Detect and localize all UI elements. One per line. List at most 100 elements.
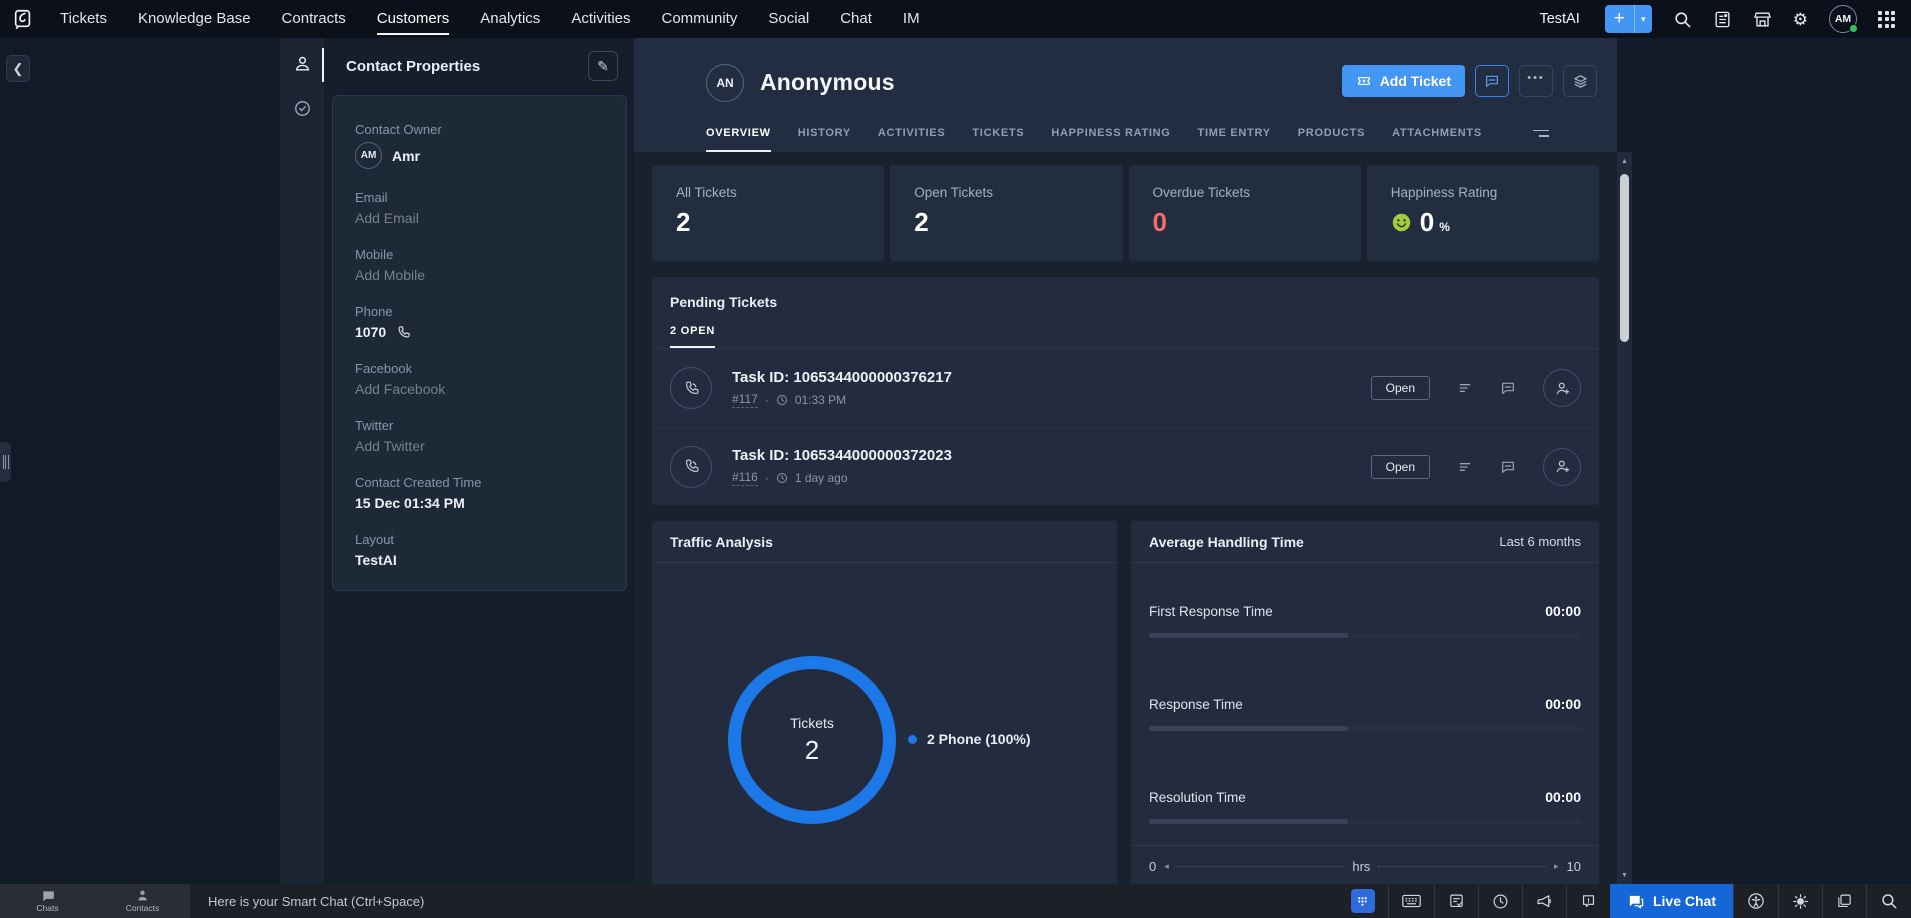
scroll-up-arrow[interactable]: ▲	[1617, 154, 1632, 168]
live-chat-button[interactable]: Live Chat	[1610, 884, 1733, 918]
im-dialpad-icon[interactable]	[1338, 884, 1388, 918]
accessibility-icon[interactable]	[1733, 884, 1778, 918]
meta-separator: ·	[765, 393, 769, 407]
quick-add-button[interactable]: + ▾	[1605, 5, 1652, 33]
stat-happiness-rating[interactable]: Happiness Rating 0 %	[1367, 165, 1599, 261]
ticket-row: Task ID: 1065344000000376217 #117 · 01:3…	[652, 349, 1599, 427]
feedback-icon[interactable]	[1566, 884, 1610, 918]
recent-history-icon[interactable]	[1478, 884, 1522, 918]
user-avatar[interactable]: AM	[1829, 5, 1857, 33]
tab-happiness-rating[interactable]: HAPPINESS RATING	[1051, 114, 1170, 152]
tab-attachments[interactable]: ATTACHMENTS	[1392, 114, 1482, 152]
brightness-icon[interactable]	[1778, 884, 1822, 918]
nav-item-tickets[interactable]: Tickets	[60, 0, 107, 38]
add-ticket-button[interactable]: Add Ticket	[1342, 65, 1465, 97]
ticket-comment-icon[interactable]	[1500, 380, 1516, 396]
edit-properties-button[interactable]: ✎	[588, 51, 618, 81]
ticket-number[interactable]: #116	[732, 470, 758, 486]
call-phone-icon[interactable]	[396, 325, 411, 340]
owner-avatar: AM	[355, 142, 382, 169]
tab-tickets[interactable]: TICKETS	[972, 114, 1024, 152]
tab-time-entry[interactable]: TIME ENTRY	[1198, 114, 1271, 152]
ticket-title[interactable]: Task ID: 1065344000000376217	[732, 369, 952, 386]
hours-axis: 0 ◂ hrs ▸ 10	[1149, 859, 1581, 874]
bottom-search-icon[interactable]	[1866, 884, 1911, 918]
status-badge: Open	[1371, 376, 1430, 400]
tab-activities[interactable]: ACTIVITIES	[878, 114, 946, 152]
ticket-title[interactable]: Task ID: 1065344000000372023	[732, 447, 952, 464]
gear-icon[interactable]: ⚙	[1793, 11, 1808, 28]
ticket-comment-icon[interactable]	[1500, 459, 1516, 475]
nav-item-customers[interactable]: Customers	[377, 0, 450, 38]
ticket-actions: Open	[1371, 369, 1581, 407]
app-logo-icon[interactable]	[0, 8, 46, 30]
comment-icon	[1484, 73, 1500, 89]
scrollbar-thumb[interactable]	[1620, 174, 1629, 342]
add-mobile-link[interactable]: Add Mobile	[355, 267, 604, 283]
keyboard-shortcuts-icon[interactable]	[1388, 884, 1434, 918]
vertical-scrollbar[interactable]: ▲ ▼	[1617, 152, 1632, 884]
traffic-analysis-header: Traffic Analysis	[652, 521, 1117, 563]
whats-new-icon[interactable]	[1713, 10, 1732, 29]
smart-chat-bar[interactable]: Here is your Smart Chat (Ctrl+Space)	[208, 884, 424, 918]
layout-switch-button[interactable]	[1563, 65, 1597, 97]
collections-icon[interactable]	[1822, 884, 1866, 918]
field-twitter: Twitter Add Twitter	[355, 418, 604, 454]
more-tabs-icon[interactable]	[1533, 130, 1577, 137]
field-label: Layout	[355, 532, 604, 547]
panel-drag-handle[interactable]	[0, 442, 11, 482]
panel-title: Contact Properties	[346, 58, 480, 75]
rail-contact-icon[interactable]	[280, 54, 324, 73]
assign-agent-button[interactable]	[1543, 369, 1581, 407]
nav-item-activities[interactable]: Activities	[571, 0, 630, 38]
plus-icon[interactable]: +	[1605, 5, 1635, 33]
apps-grid-icon[interactable]	[1878, 11, 1895, 28]
add-email-link[interactable]: Add Email	[355, 210, 604, 226]
pending-tasks-icon[interactable]	[1434, 884, 1478, 918]
open-filter-tab[interactable]: 2 OPEN	[670, 325, 715, 348]
comments-button[interactable]	[1475, 65, 1509, 97]
ticket-summary-icon[interactable]	[1457, 459, 1473, 475]
live-chat-icon	[1627, 894, 1644, 909]
add-facebook-link[interactable]: Add Facebook	[355, 381, 604, 397]
add-twitter-link[interactable]: Add Twitter	[355, 438, 604, 454]
marketplace-icon[interactable]	[1753, 10, 1772, 29]
nav-item-chat[interactable]: Chat	[840, 0, 872, 38]
phone-number[interactable]: 1070	[355, 324, 386, 340]
scroll-down-arrow[interactable]: ▼	[1617, 868, 1632, 882]
collapse-back-button[interactable]: ❮	[6, 55, 30, 82]
rail-checklist-icon[interactable]	[280, 99, 324, 118]
nav-item-community[interactable]: Community	[662, 0, 738, 38]
nav-item-knowledge-base[interactable]: Knowledge Base	[138, 0, 251, 38]
assign-agent-button[interactable]	[1543, 448, 1581, 486]
stat-overdue-tickets[interactable]: Overdue Tickets 0	[1129, 165, 1361, 261]
nav-item-analytics[interactable]: Analytics	[480, 0, 540, 38]
main-panel: AN Anonymous Add Ticket	[634, 38, 1617, 884]
live-chat-label: Live Chat	[1653, 893, 1716, 909]
search-icon[interactable]	[1673, 10, 1692, 29]
owner-name[interactable]: Amr	[392, 148, 420, 164]
dock-tab-chats[interactable]: Chats	[0, 884, 95, 918]
ticket-time: 01:33 PM	[795, 393, 846, 407]
ticket-summary-icon[interactable]	[1457, 380, 1473, 396]
stat-all-tickets[interactable]: All Tickets 2	[652, 165, 884, 261]
nav-item-social[interactable]: Social	[768, 0, 809, 38]
tab-products[interactable]: PRODUCTS	[1298, 114, 1365, 152]
traffic-donut-chart: Tickets 2	[728, 656, 896, 824]
nav-item-im[interactable]: IM	[903, 0, 920, 38]
stat-open-tickets[interactable]: Open Tickets 2	[890, 165, 1122, 261]
field-label: Facebook	[355, 361, 604, 376]
more-actions-button[interactable]: •••	[1519, 65, 1553, 97]
caret-down-icon[interactable]: ▾	[1635, 5, 1652, 33]
ticket-number[interactable]: #117	[732, 392, 758, 408]
tab-overview[interactable]: OVERVIEW	[706, 114, 771, 152]
smart-chat-hint: Here is your Smart Chat (Ctrl+Space)	[208, 894, 424, 909]
tab-history[interactable]: HISTORY	[798, 114, 851, 152]
average-handling-time-card: Average Handling Time Last 6 months Firs…	[1131, 521, 1599, 884]
nav-item-contracts[interactable]: Contracts	[282, 0, 346, 38]
announcements-icon[interactable]	[1522, 884, 1566, 918]
field-label: Contact Created Time	[355, 475, 604, 490]
contact-person-icon	[136, 889, 149, 902]
legend-label: 2 Phone (100%)	[927, 731, 1030, 747]
dock-tab-contacts[interactable]: Contacts	[95, 884, 190, 918]
